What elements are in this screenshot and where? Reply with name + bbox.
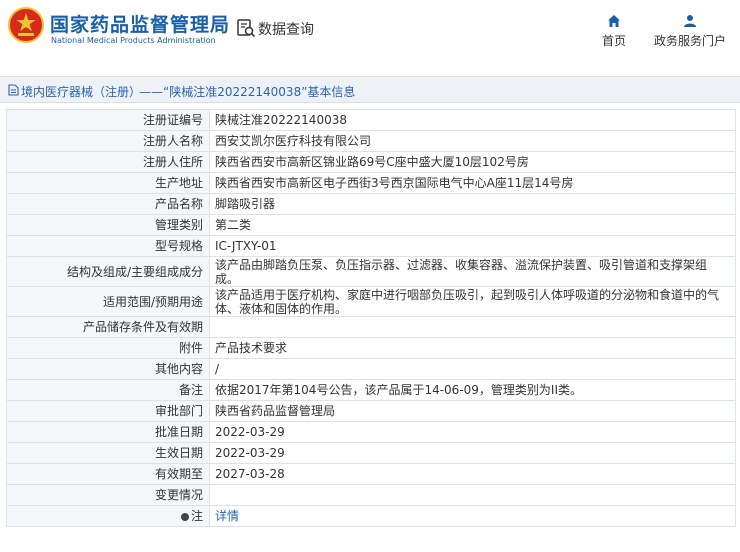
table-row: 有效期至 2027-03-28 <box>6 463 736 485</box>
field-value: 陕西省西安市高新区电子西街3号西京国际电气中心A座11层14号房 <box>209 172 736 194</box>
field-label: 注册人名称 <box>6 130 210 152</box>
table-row: 批准日期 2022-03-29 <box>6 421 736 443</box>
field-value: / <box>209 358 736 380</box>
field-value: 陕西省西安市高新区锦业路69号C座中盛大厦10层102号房 <box>209 151 736 173</box>
note-label-cell: 注 <box>6 505 210 527</box>
table-row: 变更情况 <box>6 484 736 506</box>
table-row: 注册人名称 西安艾凯尔医疗科技有限公司 <box>6 130 736 152</box>
field-label: 适用范围/预期用途 <box>6 286 210 317</box>
field-value: 第二类 <box>209 214 736 236</box>
note-label: 注 <box>190 509 203 523</box>
field-value: 西安艾凯尔医疗科技有限公司 <box>209 130 736 152</box>
field-label: 注册人住所 <box>6 151 210 173</box>
table-row: 注册证编号 陕械注准20222140038 <box>6 109 736 131</box>
details-link[interactable]: 详情 <box>215 509 239 523</box>
table-row: 适用范围/预期用途 该产品适用于医疗机构、家庭中进行咽部负压吸引，起到吸引人体呼吸… <box>6 286 736 317</box>
field-label: 批准日期 <box>6 421 210 443</box>
field-label: 生效日期 <box>6 442 210 464</box>
registration-info-table: 注册证编号 陕械注准20222140038 注册人名称 西安艾凯尔医疗科技有限公司 … <box>6 109 736 527</box>
nav-service-portal[interactable]: 政务服务门户 <box>650 14 730 49</box>
site-subtitle: National Medical Products Administration <box>51 36 216 45</box>
nav-home[interactable]: 首页 <box>596 14 632 49</box>
field-label: 其他内容 <box>6 358 210 380</box>
bullet-icon <box>180 512 189 521</box>
field-label: 变更情况 <box>6 484 210 506</box>
table-row: 管理类别 第二类 <box>6 214 736 236</box>
breadcrumb-record-title: ——“陕械注准20222140038”基本信息 <box>139 85 356 99</box>
table-row: 生产地址 陕西省西安市高新区电子西街3号西京国际电气中心A座11层14号房 <box>6 172 736 194</box>
field-label: 生产地址 <box>6 172 210 194</box>
field-value: IC-JTXY-01 <box>209 235 736 257</box>
field-value <box>209 484 736 506</box>
nav-home-label: 首页 <box>601 34 626 48</box>
field-label: 产品储存条件及有效期 <box>6 316 210 338</box>
document-icon <box>8 84 19 96</box>
table-row: 其他内容 / <box>6 358 736 380</box>
site-title[interactable]: 国家药品监督管理局 <box>50 10 230 37</box>
table-row: 产品储存条件及有效期 <box>6 316 736 338</box>
table-row: 审批部门 陕西省药品监督管理局 <box>6 400 736 422</box>
table-row: 产品名称 脚踏吸引器 <box>6 193 736 215</box>
field-value: 该产品由脚踏负压泵、负压指示器、过滤器、收集容器、溢流保护装置、吸引管道和支撑架… <box>209 256 736 287</box>
breadcrumb: 境内医疗器械（注册） ——“陕械注准20222140038”基本信息 <box>0 76 740 103</box>
field-label: 审批部门 <box>6 400 210 422</box>
field-value: 陕西省药品监督管理局 <box>209 400 736 422</box>
table-row: 结构及组成/主要组成成分 该产品由脚踏负压泵、负压指示器、过滤器、收集容器、溢流保… <box>6 256 736 287</box>
table-row: 注册人住所 陕西省西安市高新区锦业路69号C座中盛大厦10层102号房 <box>6 151 736 173</box>
field-value: 脚踏吸引器 <box>209 193 736 215</box>
field-label: 附件 <box>6 337 210 359</box>
field-label: 产品名称 <box>6 193 210 215</box>
table-row: 生效日期 2022-03-29 <box>6 442 736 464</box>
user-icon <box>684 15 696 27</box>
field-label: 备注 <box>6 379 210 401</box>
field-value: 依据2017年第104号公告，该产品属于14-06-09，管理类别为II类。 <box>209 379 736 401</box>
home-icon <box>608 15 620 27</box>
field-label: 注册证编号 <box>6 109 210 131</box>
field-label: 型号规格 <box>6 235 210 257</box>
field-value <box>209 316 736 338</box>
table-row: 附件 产品技术要求 <box>6 337 736 359</box>
field-value: 陕械注准20222140038 <box>209 109 736 131</box>
nav-service-label: 政务服务门户 <box>653 34 726 48</box>
field-label: 管理类别 <box>6 214 210 236</box>
field-label: 有效期至 <box>6 463 210 485</box>
field-value: 2027-03-28 <box>209 463 736 485</box>
data-query-label: 数据查询 <box>258 22 314 38</box>
note-value-cell: 详情 <box>209 505 736 527</box>
table-row: 备注 依据2017年第104号公告，该产品属于14-06-09，管理类别为II类。 <box>6 379 736 401</box>
field-value: 2022-03-29 <box>209 421 736 443</box>
field-value: 产品技术要求 <box>209 337 736 359</box>
note-row: 注 详情 <box>6 505 736 527</box>
data-query-icon <box>237 19 256 38</box>
field-value: 该产品适用于医疗机构、家庭中进行咽部负压吸引，起到吸引人体呼吸道的分泌物和食道中… <box>209 286 736 317</box>
national-emblem-icon <box>8 7 44 43</box>
table-row: 型号规格 IC-JTXY-01 <box>6 235 736 257</box>
breadcrumb-category-link[interactable]: 境内医疗器械（注册） <box>21 83 141 100</box>
site-header: 国家药品监督管理局 National Medical Products Admi… <box>0 0 740 60</box>
field-label: 结构及组成/主要组成成分 <box>6 256 210 287</box>
field-value: 2022-03-29 <box>209 442 736 464</box>
